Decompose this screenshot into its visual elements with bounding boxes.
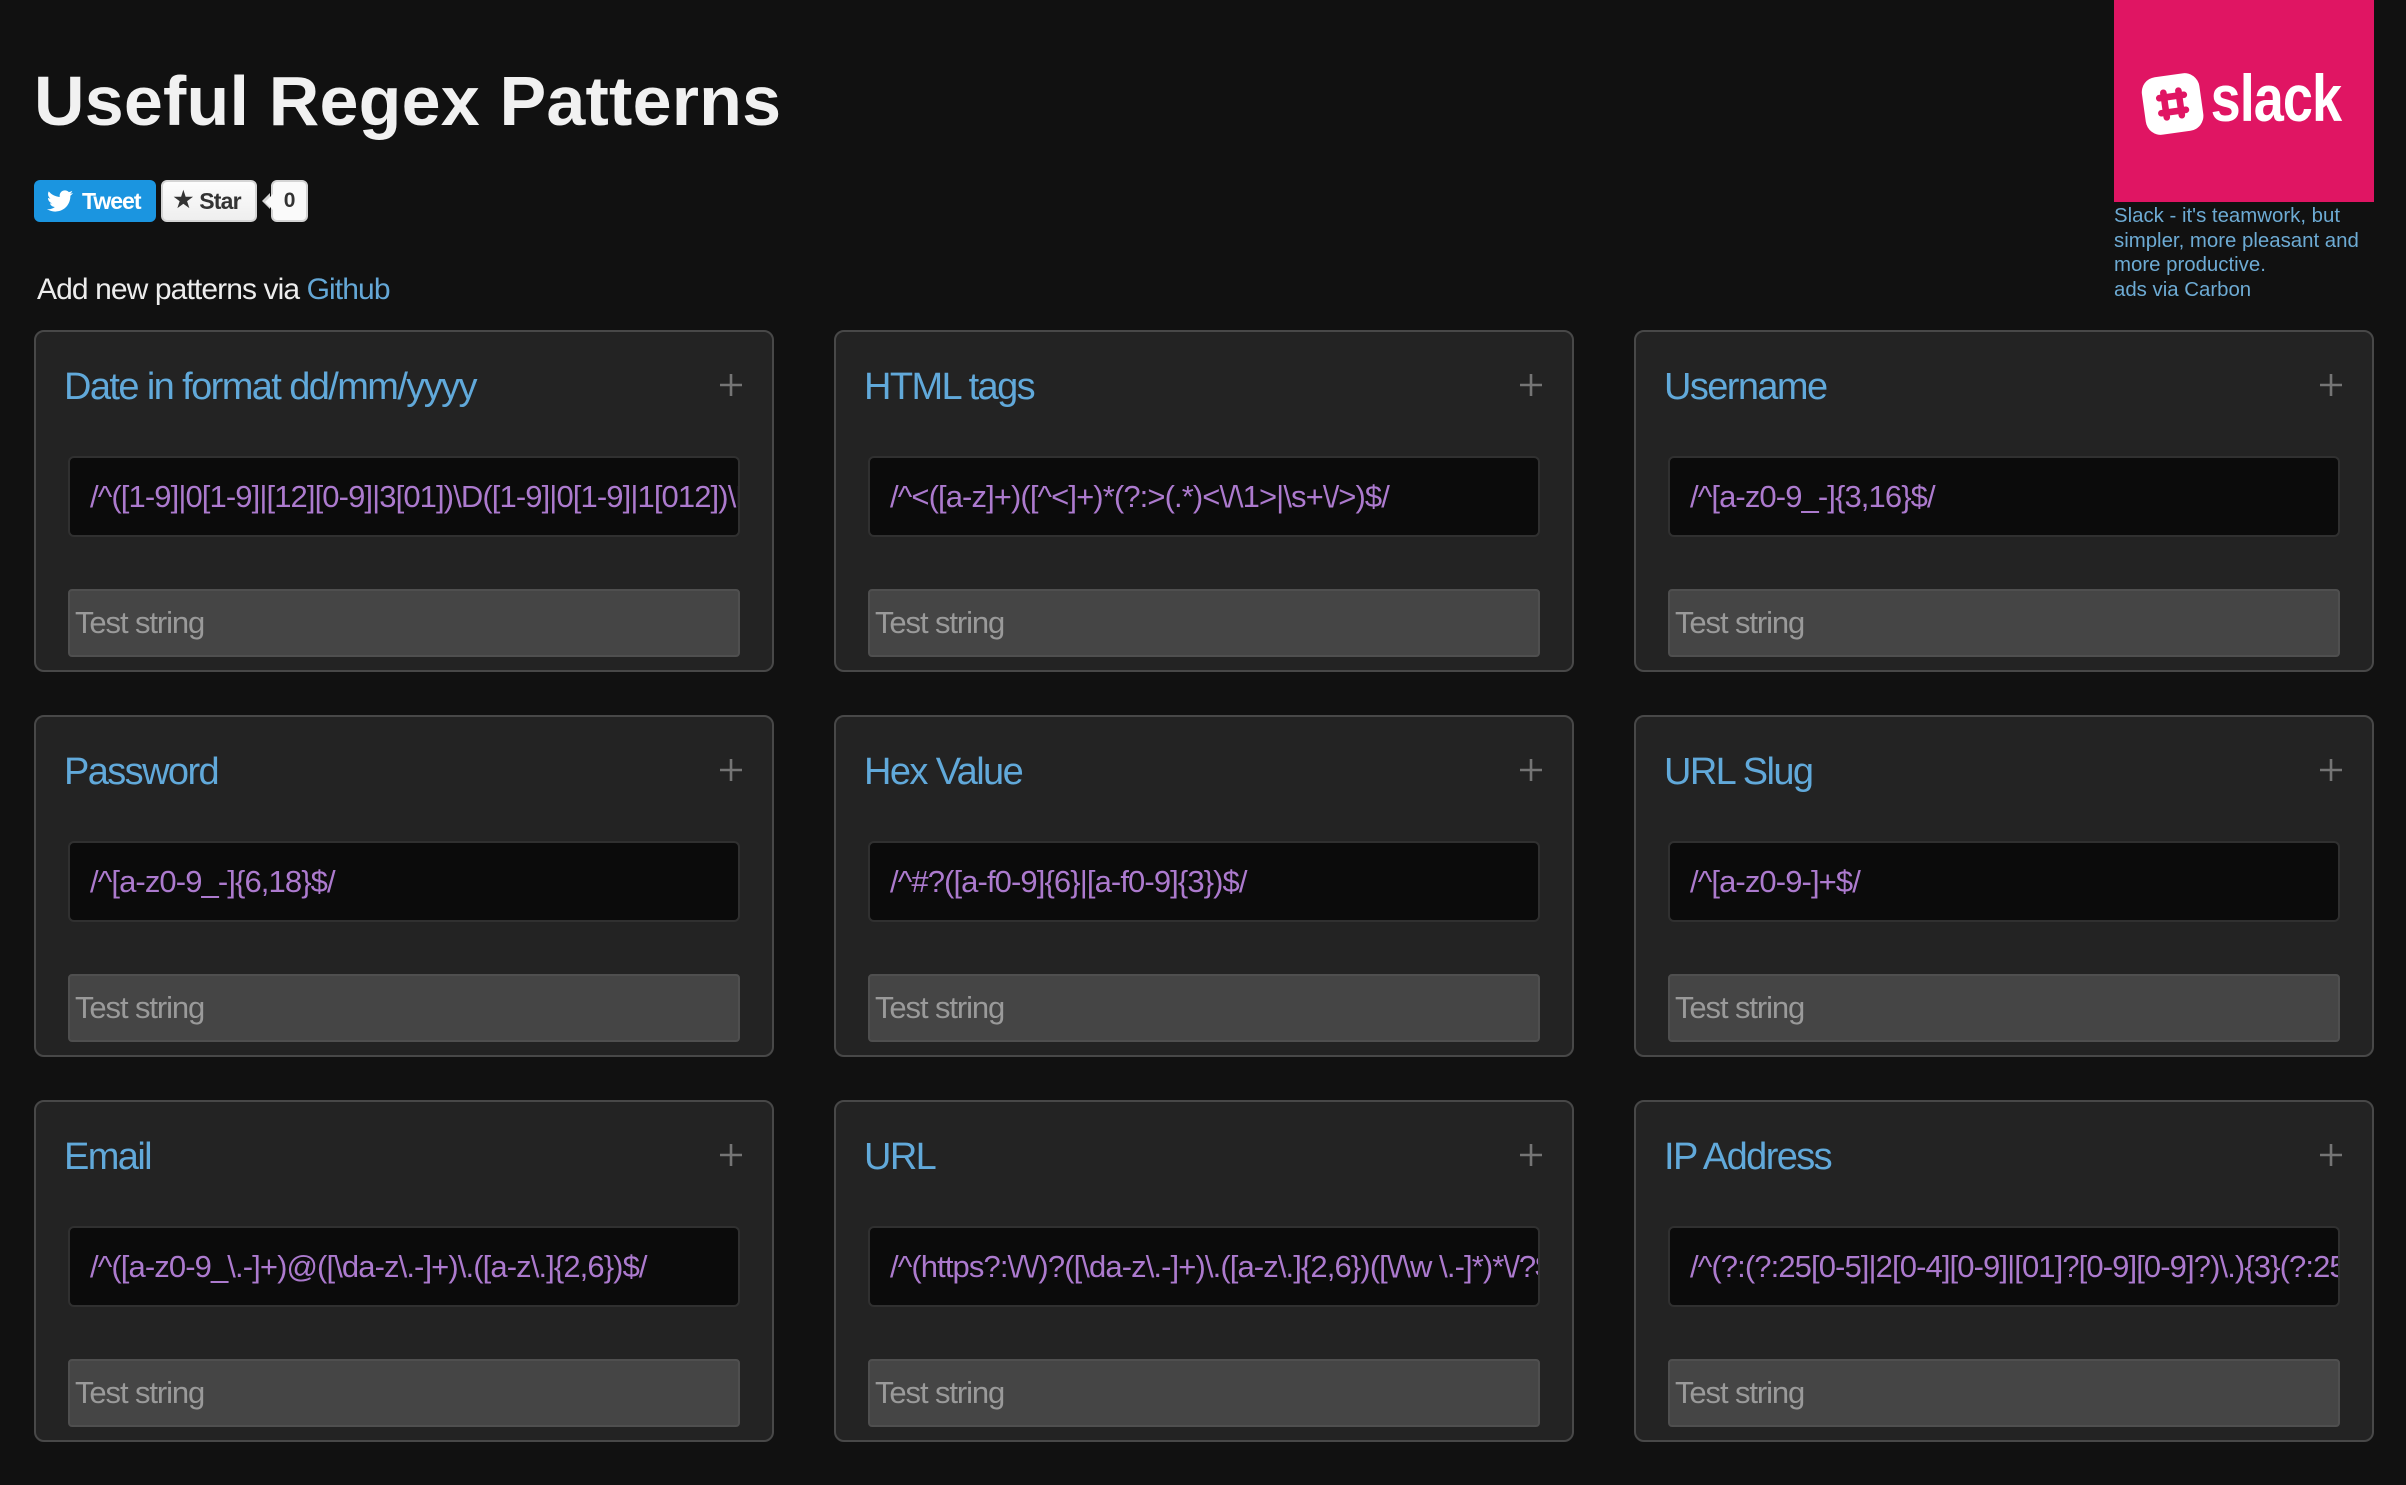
svg-text:slack: slack xyxy=(2211,61,2343,135)
